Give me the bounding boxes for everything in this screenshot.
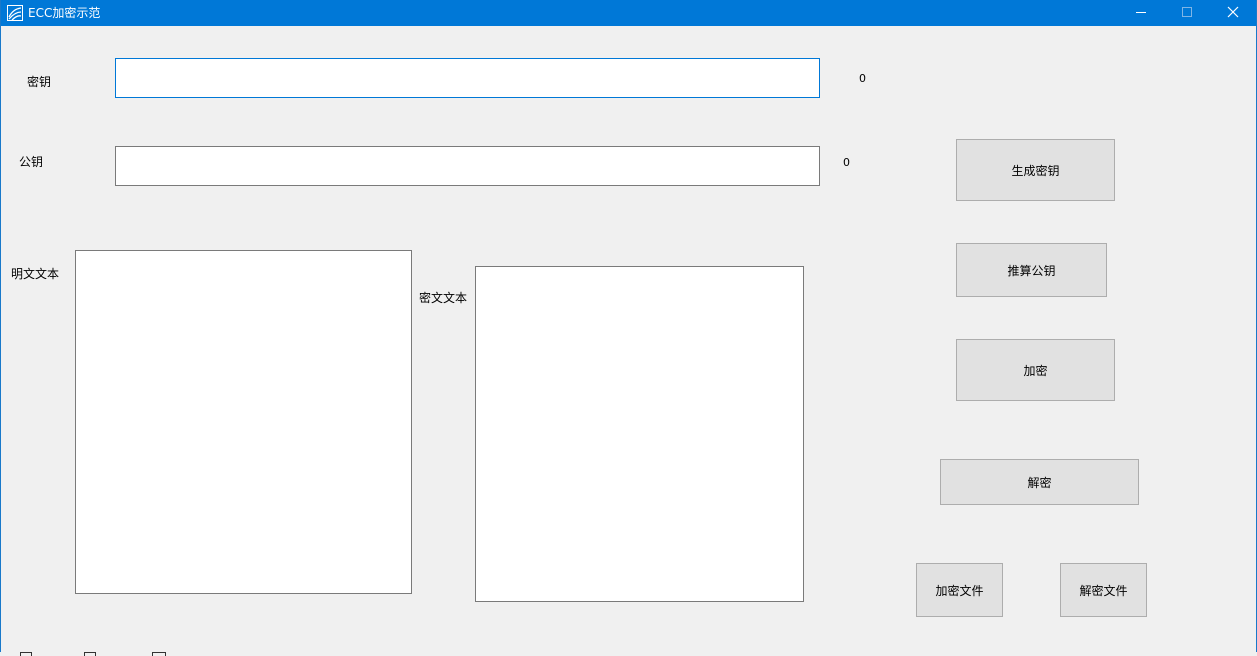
public-key-length: 0 xyxy=(843,156,850,169)
public-key-input[interactable] xyxy=(115,146,820,186)
close-button[interactable] xyxy=(1210,0,1256,26)
ciphertext-label: 密文文本 xyxy=(419,291,468,305)
public-key-label: 公钥 xyxy=(19,155,44,169)
background-window-fragment xyxy=(152,652,166,656)
background-edge xyxy=(0,652,1257,656)
window-title: ECC加密示范 xyxy=(28,6,101,20)
minimize-button[interactable] xyxy=(1118,0,1164,26)
derive-public-key-button[interactable]: 推算公钥 xyxy=(956,243,1107,297)
app-logo-icon xyxy=(7,5,23,21)
minimize-icon xyxy=(1136,6,1146,20)
generate-key-button[interactable]: 生成密钥 xyxy=(956,139,1115,201)
plaintext-textarea[interactable] xyxy=(75,250,412,594)
maximize-icon xyxy=(1182,6,1192,20)
encrypt-file-button[interactable]: 加密文件 xyxy=(916,563,1003,617)
close-icon xyxy=(1227,6,1239,21)
background-window-fragment xyxy=(20,652,32,656)
encrypt-button[interactable]: 加密 xyxy=(956,339,1115,401)
maximize-button[interactable] xyxy=(1164,0,1210,26)
background-window-fragment xyxy=(84,652,96,656)
decrypt-file-button[interactable]: 解密文件 xyxy=(1060,563,1147,617)
ciphertext-textarea[interactable] xyxy=(475,266,804,602)
plaintext-label: 明文文本 xyxy=(11,267,60,281)
private-key-input[interactable] xyxy=(115,58,820,98)
private-key-length: 0 xyxy=(859,72,866,85)
private-key-label: 密钥 xyxy=(27,75,52,89)
title-bar[interactable]: ECC加密示范 xyxy=(1,0,1256,26)
app-window: ECC加密示范 密钥 0 公钥 0 明文文本 密文文本 生成密钥 推算公钥 加密… xyxy=(0,0,1257,656)
decrypt-button[interactable]: 解密 xyxy=(940,459,1139,505)
